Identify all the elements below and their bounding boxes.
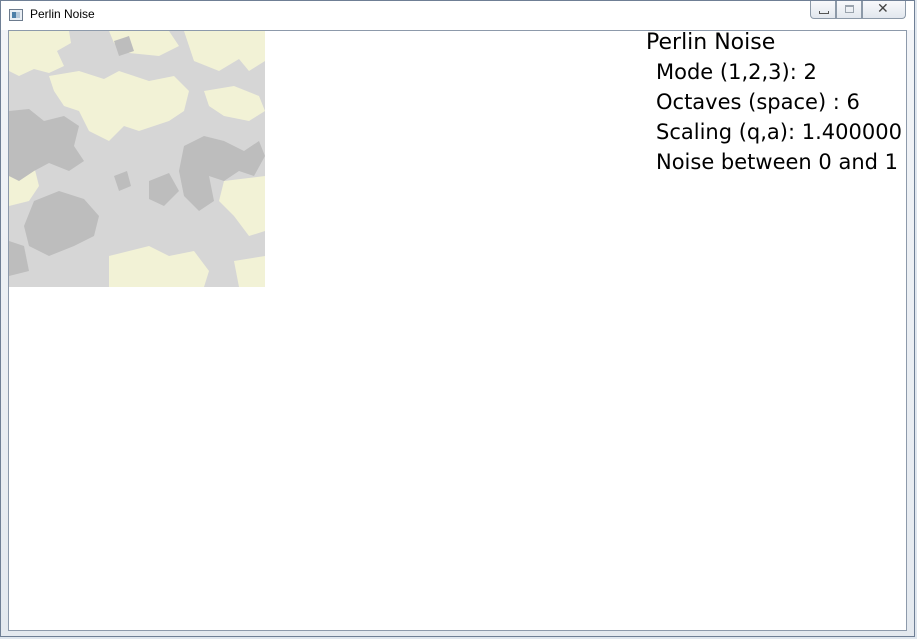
mode-readout: Mode (1,2,3): 2 — [656, 60, 817, 84]
title-bar[interactable]: Perlin Noise ✕ — [1, 1, 914, 30]
maximize-icon — [845, 5, 854, 13]
overlay-title: Perlin Noise — [646, 30, 776, 55]
noise-range-readout: Noise between 0 and 1 — [656, 150, 898, 174]
close-button[interactable]: ✕ — [862, 1, 906, 19]
minimize-icon — [819, 11, 829, 14]
minimize-button[interactable] — [810, 1, 836, 19]
window-title: Perlin Noise — [30, 7, 95, 21]
perlin-noise-texture — [9, 31, 265, 287]
octaves-readout: Octaves (space) : 6 — [656, 90, 860, 114]
render-canvas[interactable]: Perlin Noise Mode (1,2,3): 2 Octaves (sp… — [8, 30, 907, 631]
app-window-icon[interactable] — [9, 9, 23, 21]
scaling-readout: Scaling (q,a): 1.400000 — [656, 120, 902, 144]
app-window: Perlin Noise ✕ Perlin Noise Mode (1,2,3)… — [0, 0, 915, 637]
caption-buttons: ✕ — [810, 1, 906, 21]
close-icon: ✕ — [877, 1, 889, 17]
maximize-button[interactable] — [836, 1, 862, 19]
